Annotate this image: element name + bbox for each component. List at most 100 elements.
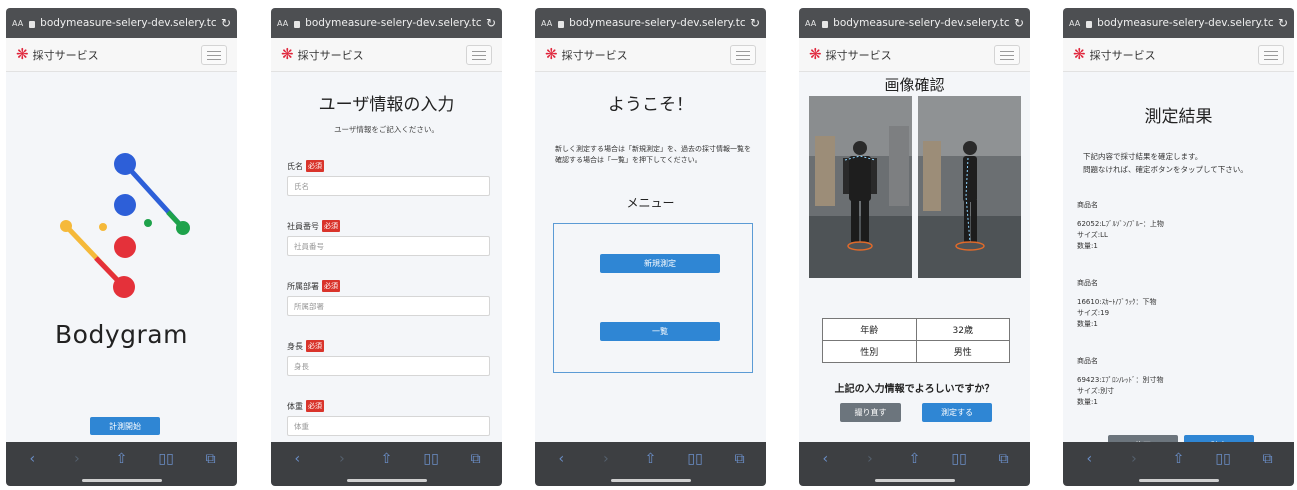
retake-button[interactable]: 撮り直す	[840, 403, 901, 422]
description-line: 問題なければ、確定ボタンをタップして下さい。	[1083, 165, 1248, 174]
main-content: ようこそ！ 新しく測定する場合は「新規測定」を、過去の採寸情報一覧を確認する場合…	[535, 72, 766, 442]
home-indicator	[874, 479, 955, 482]
required-badge: 必須	[322, 280, 340, 292]
reload-icon[interactable]: ↻	[486, 16, 496, 30]
page-subtitle: ユーザ情報をご記入ください。	[334, 125, 439, 134]
required-badge: 必須	[306, 400, 324, 412]
screen-welcome-menu: AA bodymeasure-selery-dev.selery.tci-bo …	[535, 8, 766, 486]
url-text[interactable]: bodymeasure-selery-dev.selery.tci-bo	[569, 17, 746, 29]
product-item: 商品名 16610:ｽｶｰﾄ/ﾌﾞﾗｯｸ：下物 サイズ:19 数量:1	[1077, 278, 1157, 330]
confirm-question: 上記の入力情報でよろしいですか？	[834, 384, 995, 395]
tabs-icon[interactable]: ⧉	[1256, 451, 1280, 467]
back-icon[interactable]: ‹	[20, 451, 44, 467]
forward-icon[interactable]: ›	[65, 451, 89, 467]
url-bar[interactable]: AA bodymeasure-selery-dev.selery.tci-bo …	[535, 8, 766, 38]
weight-input[interactable]: 体重	[287, 416, 490, 436]
product-qty: 数量:1	[1077, 242, 1098, 250]
url-text[interactable]: bodymeasure-selery-dev.selery.tci-bo	[40, 17, 217, 29]
lock-icon	[29, 20, 36, 28]
department-input[interactable]: 所属部署	[287, 296, 490, 316]
forward-icon[interactable]: ›	[594, 451, 618, 467]
brand-logo-icon: ❋	[545, 45, 558, 63]
reload-icon[interactable]: ↻	[1278, 16, 1288, 30]
menu-toggle-button[interactable]	[201, 45, 227, 65]
reload-icon[interactable]: ↻	[1014, 16, 1024, 30]
forward-icon[interactable]: ›	[858, 451, 882, 467]
tabs-icon[interactable]: ⧉	[992, 451, 1016, 467]
height-input[interactable]: 身長	[287, 356, 490, 376]
profile-table: 年齢 32歳 性別 男性	[822, 318, 1010, 363]
text-size-button[interactable]: AA	[805, 19, 816, 28]
gender-label: 性別	[822, 340, 917, 363]
back-icon[interactable]: ‹	[813, 451, 837, 467]
menu-panel	[553, 223, 753, 373]
lock-icon	[558, 20, 565, 28]
home-indicator	[81, 479, 162, 482]
start-measure-button[interactable]: 計測開始	[90, 417, 160, 435]
menu-toggle-button[interactable]	[1258, 45, 1284, 65]
employee-id-input[interactable]: 社員番号	[287, 236, 490, 256]
brand-logo-icon: ❋	[1073, 45, 1086, 63]
forward-icon[interactable]: ›	[330, 451, 354, 467]
page-title: ユーザ情報の入力	[318, 95, 455, 115]
bookmarks-icon[interactable]: ▯▯	[947, 451, 971, 467]
menu-toggle-button[interactable]	[730, 45, 756, 65]
tabs-icon[interactable]: ⧉	[464, 451, 488, 467]
bookmarks-icon[interactable]: ▯▯	[154, 451, 178, 467]
share-icon[interactable]: ⇧	[638, 451, 662, 467]
menu-toggle-button[interactable]	[994, 45, 1020, 65]
product-item: 商品名 69423:ｴﾌﾟﾛﾝ/ﾚｯﾄﾞ：別寸物 サイズ:別寸 数量:1	[1077, 356, 1164, 408]
share-icon[interactable]: ⇧	[374, 451, 398, 467]
app-header: ❋ 採寸サービス	[535, 38, 766, 72]
back-icon[interactable]: ‹	[549, 451, 573, 467]
brand-name: 採寸サービス	[561, 48, 628, 62]
name-label: 氏名 必須	[287, 160, 324, 172]
bodygram-wordmark: Bodygram	[55, 320, 188, 349]
url-text[interactable]: bodymeasure-selery-dev.selery.tci-bo	[1097, 17, 1274, 29]
text-size-button[interactable]: AA	[277, 19, 288, 28]
menu-toggle-button[interactable]	[466, 45, 492, 65]
url-bar[interactable]: AA bodymeasure-selery-dev.selery.tci-bo …	[271, 8, 502, 38]
lock-icon	[294, 20, 301, 28]
url-bar[interactable]: AA bodymeasure-selery-dev.selery.tci-bo …	[6, 8, 237, 38]
lock-icon	[1086, 20, 1093, 28]
text-size-button[interactable]: AA	[12, 19, 23, 28]
page-title: ようこそ！	[608, 95, 693, 115]
tabs-icon[interactable]: ⧉	[728, 451, 752, 467]
browser-toolbar: ‹ › ⇧ ▯▯ ⧉	[535, 442, 766, 486]
text-size-button[interactable]: AA	[541, 19, 552, 28]
back-icon[interactable]: ‹	[285, 451, 309, 467]
brand-name: 採寸サービス	[32, 48, 99, 62]
share-icon[interactable]: ⇧	[109, 451, 133, 467]
product-name: 69423:ｴﾌﾟﾛﾝ/ﾚｯﾄﾞ：別寸物	[1077, 376, 1164, 384]
url-bar[interactable]: AA bodymeasure-selery-dev.selery.tci-bo …	[1063, 8, 1294, 38]
tabs-icon[interactable]: ⧉	[199, 451, 223, 467]
product-label: 商品名	[1077, 357, 1098, 365]
reload-icon[interactable]: ↻	[750, 16, 760, 30]
brand-name: 採寸サービス	[1089, 48, 1156, 62]
list-button[interactable]: 一覧	[600, 322, 720, 341]
product-size: サイズ:別寸	[1077, 387, 1115, 395]
url-text[interactable]: bodymeasure-selery-dev.selery.tci-bo	[305, 17, 482, 29]
forward-icon[interactable]: ›	[1122, 451, 1146, 467]
share-icon[interactable]: ⇧	[1166, 451, 1190, 467]
new-measure-button[interactable]: 新規測定	[600, 254, 720, 273]
bookmarks-icon[interactable]: ▯▯	[1211, 451, 1235, 467]
name-input[interactable]: 氏名	[287, 176, 490, 196]
text-size-button[interactable]: AA	[1069, 19, 1080, 28]
measure-button[interactable]: 測定する	[922, 403, 992, 422]
home-indicator	[610, 479, 691, 482]
bookmarks-icon[interactable]: ▯▯	[683, 451, 707, 467]
reload-icon[interactable]: ↻	[221, 16, 231, 30]
url-bar[interactable]: AA bodymeasure-selery-dev.selery.tci-bo …	[799, 8, 1030, 38]
product-name: 16610:ｽｶｰﾄ/ﾌﾞﾗｯｸ：下物	[1077, 298, 1157, 306]
product-qty: 数量:1	[1077, 320, 1098, 328]
home-indicator	[346, 479, 427, 482]
url-text[interactable]: bodymeasure-selery-dev.selery.tci-bo	[833, 17, 1010, 29]
weight-label: 体重 必須	[287, 400, 324, 412]
product-label: 商品名	[1077, 279, 1098, 287]
bookmarks-icon[interactable]: ▯▯	[419, 451, 443, 467]
share-icon[interactable]: ⇧	[902, 451, 926, 467]
main-content: Bodygram 計測開始	[6, 72, 237, 442]
back-icon[interactable]: ‹	[1077, 451, 1101, 467]
